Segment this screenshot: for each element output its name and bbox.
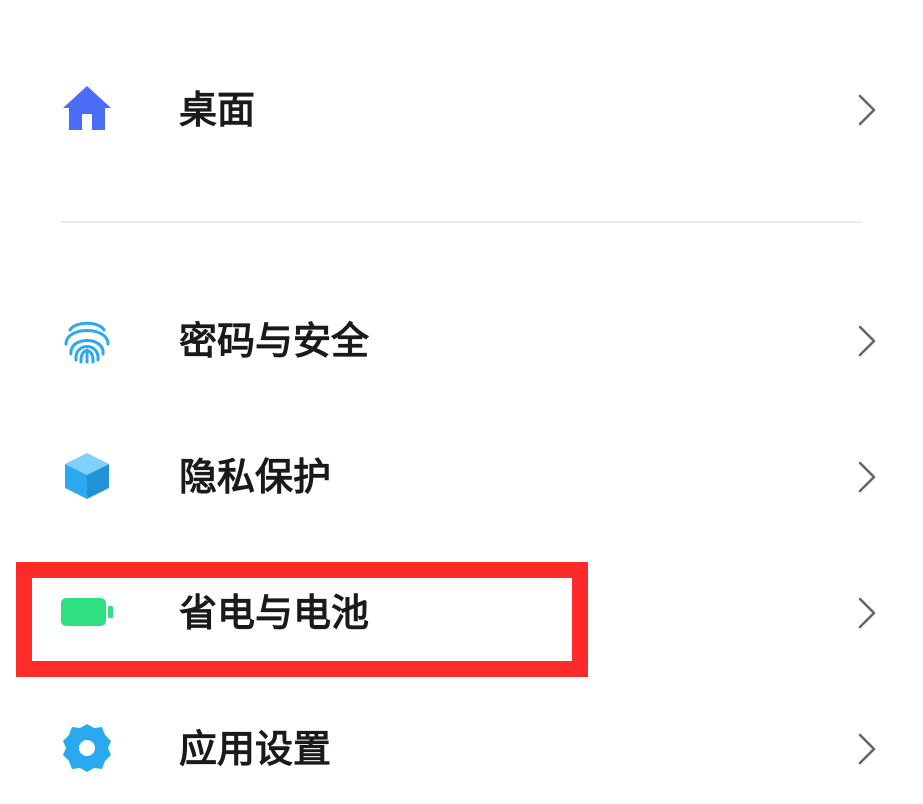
- settings-item-privacy[interactable]: 隐私保护: [0, 422, 923, 532]
- settings-item-label: 省电与电池: [179, 591, 370, 635]
- settings-item-app-settings[interactable]: 应用设置: [0, 694, 923, 804]
- fingerprint-icon: [61, 314, 113, 366]
- chevron-right-icon: [855, 732, 879, 766]
- settings-item-desktop[interactable]: 桌面: [0, 55, 923, 165]
- divider: [61, 221, 862, 223]
- settings-item-label: 应用设置: [179, 727, 332, 771]
- settings-item-password-security[interactable]: 密码与安全: [0, 286, 923, 396]
- chevron-right-icon: [855, 324, 879, 358]
- chevron-right-icon: [855, 460, 879, 494]
- privacy-cube-icon: [61, 450, 113, 502]
- chevron-right-icon: [855, 596, 879, 630]
- settings-item-label: 隐私保护: [179, 455, 332, 499]
- battery-icon: [61, 586, 113, 638]
- settings-item-power-battery[interactable]: 省电与电池: [0, 558, 923, 668]
- chevron-right-icon: [855, 93, 879, 127]
- gear-icon: [61, 722, 113, 774]
- settings-item-label: 密码与安全: [179, 319, 370, 363]
- settings-item-label: 桌面: [179, 88, 256, 132]
- home-icon: [61, 82, 113, 134]
- settings-list: 桌面 密码与安全 隐私保护 省电与电池 应用设置: [0, 0, 923, 784]
